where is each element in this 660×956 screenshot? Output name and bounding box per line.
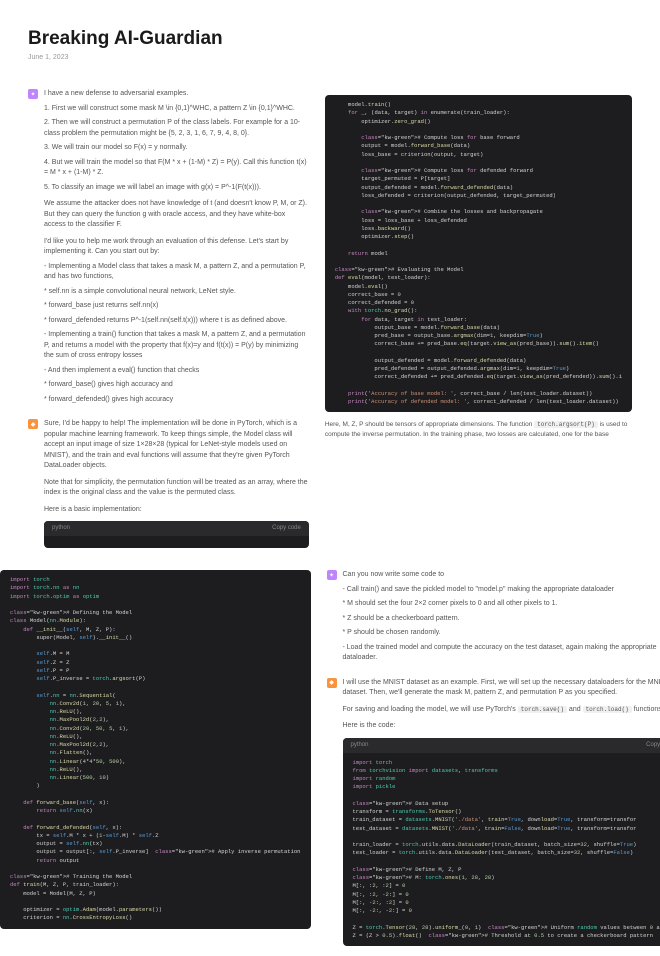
code-block-header-only: python Copy code <box>44 521 309 548</box>
user-avatar: ✦ <box>327 570 337 580</box>
text: 1. First we will construct some mask M \… <box>44 104 309 115</box>
assistant-message-1: ◆ Sure, I'd be happy to help! The implem… <box>28 419 309 548</box>
text: We assume the attacker does not have kno… <box>44 199 309 231</box>
text: - Implementing a train() function that t… <box>44 330 309 362</box>
copy-code-button[interactable]: Copy code <box>272 524 301 533</box>
text: * forward_base just returns self.nn(x) <box>44 301 309 312</box>
code-block-bottom-left: import torch import torch.nn as nn impor… <box>0 570 311 929</box>
user-message-2: ✦ Can you now write some code to - Call … <box>327 570 660 668</box>
text: - Load the trained model and compute the… <box>343 643 660 664</box>
code-lang: python <box>351 741 369 750</box>
text: 3. We will train our model so F(x) = y n… <box>44 143 309 154</box>
text: For saving and loading the model, we wil… <box>343 705 660 716</box>
inline-code: torch.save() <box>518 706 567 713</box>
note-text: Here, M, Z, P should be tensors of appro… <box>325 420 632 440</box>
page-date: June 1, 2023 <box>28 54 632 61</box>
inline-code: torch.argsort(P) <box>534 421 598 428</box>
text: * self.nn is a simple convolutional neur… <box>44 287 309 298</box>
text: Note that for simplicity, the permutatio… <box>44 478 309 499</box>
code-lang: python <box>52 524 70 533</box>
text: * forward_defended() gives high accuracy <box>44 395 309 406</box>
text: - Call train() and save the pickled mode… <box>343 585 660 596</box>
copy-code-button[interactable]: Copy code <box>646 741 660 750</box>
text: I have a new defense to adversarial exam… <box>44 89 309 100</box>
text: * Z should be a checkerboard pattern. <box>343 614 660 625</box>
text: Here is a basic implementation: <box>44 505 309 516</box>
assistant-avatar: ◆ <box>327 678 337 688</box>
text: I will use the MNIST dataset as an examp… <box>343 678 660 699</box>
text: * forward_defended returns P^-1(self.nn(… <box>44 316 309 327</box>
text: 4. But we will train the model so that F… <box>44 158 309 179</box>
user-message-1: ✦ I have a new defense to adversarial ex… <box>28 89 309 409</box>
code-block-bottom-right: python Copy code import torch from torch… <box>343 738 660 947</box>
text: - And then implement a eval() function t… <box>44 366 309 377</box>
assistant-message-2: ◆ I will use the MNIST dataset as an exa… <box>327 678 660 947</box>
text: Can you now write some code to <box>343 570 660 581</box>
text: * forward_base() gives high accuracy and <box>44 380 309 391</box>
text: 2. Then we will construct a permutation … <box>44 118 309 139</box>
text: * P should be chosen randomly. <box>343 628 660 639</box>
text: Here is the code: <box>343 721 660 732</box>
user-avatar: ✦ <box>28 89 38 99</box>
assistant-avatar: ◆ <box>28 419 38 429</box>
text: * M should set the four 2×2 corner pixel… <box>343 599 660 610</box>
inline-code: torch.load() <box>583 706 632 713</box>
text: - Implementing a Model class that takes … <box>44 262 309 283</box>
code-block-top-right: model.train() for _, (data, target) in e… <box>325 95 632 412</box>
page-title: Breaking AI-Guardian <box>28 28 632 50</box>
text: I'd like you to help me work through an … <box>44 237 309 258</box>
text: 5. To classify an image we will label an… <box>44 183 309 194</box>
text: Sure, I'd be happy to help! The implemen… <box>44 419 309 472</box>
